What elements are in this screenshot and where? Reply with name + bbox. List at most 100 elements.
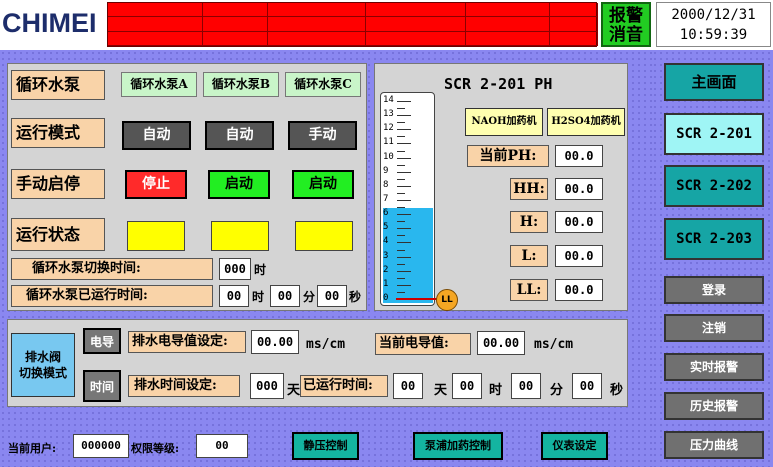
ll-label: LL: [510,279,548,301]
permission-level-value: 00 [196,434,248,458]
pump-b-mode-button[interactable]: 自动 [205,121,274,150]
main-screen-button[interactable]: 主画面 [664,63,764,101]
cond-setpoint-label: 排水电导值设定: [128,331,246,353]
elapsed-seconds-unit: 秒 [610,383,624,398]
manual-row-label: 手动启停 [11,169,105,199]
pump-c-start-button[interactable]: 启动 [292,170,354,199]
ph-gauge-tick-label: 14 [383,95,394,105]
cond-setpoint-unit: ms/cm [306,337,346,352]
switch-time-unit: 时 [254,263,267,277]
run-time-label: 循环水泵已运行时间: [11,285,213,307]
ph-gauge-tick [397,200,411,201]
hh-value[interactable]: 00.0 [555,178,603,200]
pump-c-mode-button[interactable]: 手动 [288,121,357,150]
logout-button[interactable]: 注销 [664,314,764,342]
meter-settings-button[interactable]: 仪表设定 [541,432,608,460]
ph-gauge-tick-label: 3 [383,250,389,261]
cond-setpoint-input[interactable]: 00.00 [251,330,299,354]
ph-gauge-tick [397,228,411,230]
pressure-curve-button[interactable]: 压力曲线 [664,431,764,459]
drain-time-label: 排水时间设定: [128,375,240,397]
ph-gauge-tick [397,115,411,117]
status-row-label: 运行状态 [11,218,105,251]
ph-gauge-tick [397,242,411,244]
cond-current-value: 00.00 [477,331,525,355]
elapsed-hours-value: 00 [452,373,482,399]
scr-2-201-button[interactable]: SCR 2-201 [664,113,764,155]
ll-value[interactable]: 00.0 [555,279,603,301]
drain-time-input[interactable]: 000 [250,373,284,399]
scr-2-203-button[interactable]: SCR 2-203 [664,218,764,260]
current-ph-label: 当前PH: [467,145,549,167]
l-value[interactable]: 00.0 [555,245,603,267]
time-text: 10:59:39 [679,27,748,43]
alarm-silence-button[interactable]: 报警 消音 [601,2,651,47]
run-seconds-value: 00 [317,285,347,307]
login-button[interactable]: 登录 [664,276,764,304]
ph-gauge-tick-label: 1 [383,278,389,289]
run-seconds-unit: 秒 [349,290,362,304]
scr-2-202-button[interactable]: SCR 2-202 [664,165,764,207]
ph-gauge-tick-label: 7 [383,194,389,204]
switch-time-label: 循环水泵切换时间: [11,258,213,280]
ph-gauge-minor-tick [397,291,405,293]
ph-gauge-tick-label: 10 [383,151,394,162]
cond-current-unit: ms/cm [534,337,574,352]
pump-b-status-indicator [211,221,269,251]
ph-gauge-tick-label: 9 [383,165,389,176]
h2so4-pump-button[interactable]: H2SO4加药机 [547,108,625,136]
ph-gauge-tick [397,143,411,145]
ph-gauge-minor-tick [397,108,405,110]
elapsed-minutes-value: 00 [511,373,541,399]
ph-gauge-tick [397,256,411,258]
run-hours-value: 00 [219,285,249,307]
ph-gauge-minor-tick [397,277,405,279]
ph-gauge-tick-label: 11 [383,137,394,148]
pump-a-stop-button[interactable]: 停止 [125,170,187,199]
drain-mode-label-1: 排水阀 [24,350,61,364]
static-pressure-control-button[interactable]: 静压控制 [292,432,359,460]
ph-gauge-tick-label: 4 [383,236,389,247]
pump-c-label: 循环水泵C [285,72,361,97]
drain-time-unit: 天 [287,383,301,398]
pump-dosing-control-button[interactable]: 泵浦加药控制 [413,432,503,460]
elapsed-seconds-value: 00 [572,373,602,399]
current-user-value: 000000 [73,434,129,458]
switch-time-input[interactable]: 000 [219,258,251,280]
permission-level-label: 权限等级: [131,442,180,455]
h-label: H: [510,211,548,233]
ph-gauge-minor-tick [397,235,405,237]
ph-gauge-tick-label: 0 [383,293,389,303]
alarm-banner [107,2,598,47]
naoh-pump-button[interactable]: NAOH加药机 [465,108,543,136]
ll-marker-line [396,298,438,300]
hh-label: HH: [510,178,548,200]
realtime-alarm-button[interactable]: 实时报警 [664,353,764,381]
elapsed-days-value: 00 [393,373,423,399]
conductivity-mode-button[interactable]: 电导 [83,328,121,354]
ph-gauge-tick [397,214,411,216]
ll-marker-badge: LL [436,289,458,311]
ph-gauge-minor-tick [397,164,405,166]
ph-gauge-tick [397,270,411,272]
h-value[interactable]: 00.0 [555,211,603,233]
time-mode-button[interactable]: 时间 [83,370,121,402]
ph-gauge-minor-tick [397,207,405,209]
drain-mode-toggle[interactable]: 排水阀 切换模式 [11,333,75,397]
history-alarm-button[interactable]: 历史报警 [664,392,764,420]
ph-gauge-tick-label: 12 [383,123,394,134]
pump-a-label: 循环水泵A [121,72,197,97]
ph-gauge-minor-tick [397,192,405,194]
current-ph-value: 00.0 [555,145,603,167]
current-user-label: 当前用户: [8,442,57,455]
pump-a-mode-button[interactable]: 自动 [122,121,191,150]
ph-gauge-minor-tick [397,122,405,124]
chimei-logo: CHIMEI [2,8,97,38]
pump-b-label: 循环水泵B [203,72,279,97]
ph-gauge-scale: 14 13 12 11 10 9 8 7 6 5 4 3 2 1 0 [381,93,436,307]
pump-b-start-button[interactable]: 启动 [208,170,270,199]
pump-row-label: 循环水泵 [11,70,105,100]
ph-gauge-minor-tick [397,178,405,180]
run-minutes-value: 00 [270,285,300,307]
pump-a-status-indicator [127,221,185,251]
